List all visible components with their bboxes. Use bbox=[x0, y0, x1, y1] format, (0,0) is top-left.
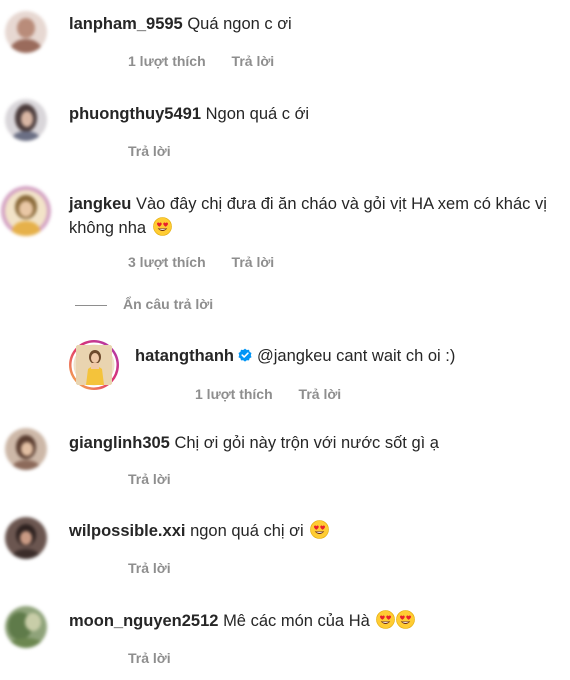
comment-text: Mê các món của Hà bbox=[223, 612, 370, 630]
avatar[interactable] bbox=[5, 606, 47, 648]
likes-count[interactable]: 1 lượt thích bbox=[195, 386, 273, 402]
comment-username[interactable]: moon_nguyen2512 bbox=[69, 612, 218, 630]
hide-replies-button[interactable]: Ẩn câu trả lời bbox=[75, 296, 213, 312]
comment-text: Vào đây chị đưa đi ăn cháo và gỏi vịt HA… bbox=[69, 195, 547, 237]
comment-username[interactable]: lanpham_9595 bbox=[69, 15, 183, 33]
avatar[interactable] bbox=[5, 428, 47, 470]
reply-button[interactable]: Trả lời bbox=[232, 254, 275, 270]
comment-username[interactable]: hatangthanh bbox=[135, 347, 234, 365]
likes-count[interactable]: 3 lượt thích bbox=[128, 254, 206, 270]
hide-replies-label: Ẩn câu trả lời bbox=[123, 296, 214, 312]
reply-button[interactable]: Trả lời bbox=[128, 143, 171, 159]
comment-text: @jangkeu cant wait ch oi :) bbox=[257, 347, 456, 365]
avatar[interactable] bbox=[5, 99, 47, 141]
comment-username[interactable]: jangkeu bbox=[69, 195, 131, 213]
comment-username[interactable]: wilpossible.xxi bbox=[69, 522, 185, 540]
reply-button[interactable]: Trả lời bbox=[128, 560, 171, 576]
avatar[interactable] bbox=[1, 186, 51, 236]
heart-eyes-emoji-icon bbox=[310, 520, 330, 539]
comment-username[interactable]: phuongthuy5491 bbox=[69, 105, 201, 123]
reply-button[interactable]: Trả lời bbox=[232, 53, 275, 69]
comment-text: ngon quá chị ơi bbox=[190, 522, 304, 540]
heart-eyes-emoji-icon bbox=[152, 217, 172, 236]
heart-eyes-emoji-icon bbox=[376, 610, 396, 629]
reply-button[interactable]: Trả lời bbox=[128, 471, 171, 487]
divider-line bbox=[75, 304, 107, 306]
verified-badge-icon bbox=[238, 348, 252, 362]
reply-button[interactable]: Trả lời bbox=[128, 650, 171, 666]
reply-button[interactable]: Trả lời bbox=[299, 386, 342, 402]
avatar[interactable] bbox=[68, 339, 120, 391]
comment-username[interactable]: gianglinh305 bbox=[69, 434, 170, 452]
avatar[interactable] bbox=[5, 11, 47, 53]
comment-text: Chị ơi gỏi này trộn với nước sốt gì ạ bbox=[174, 434, 439, 452]
avatar[interactable] bbox=[5, 517, 47, 559]
likes-count[interactable]: 1 lượt thích bbox=[128, 53, 206, 69]
heart-eyes-emoji-icon bbox=[396, 610, 416, 629]
comment-text: Ngon quá c ới bbox=[205, 105, 310, 123]
comment-text: Quá ngon c ơi bbox=[187, 15, 292, 33]
